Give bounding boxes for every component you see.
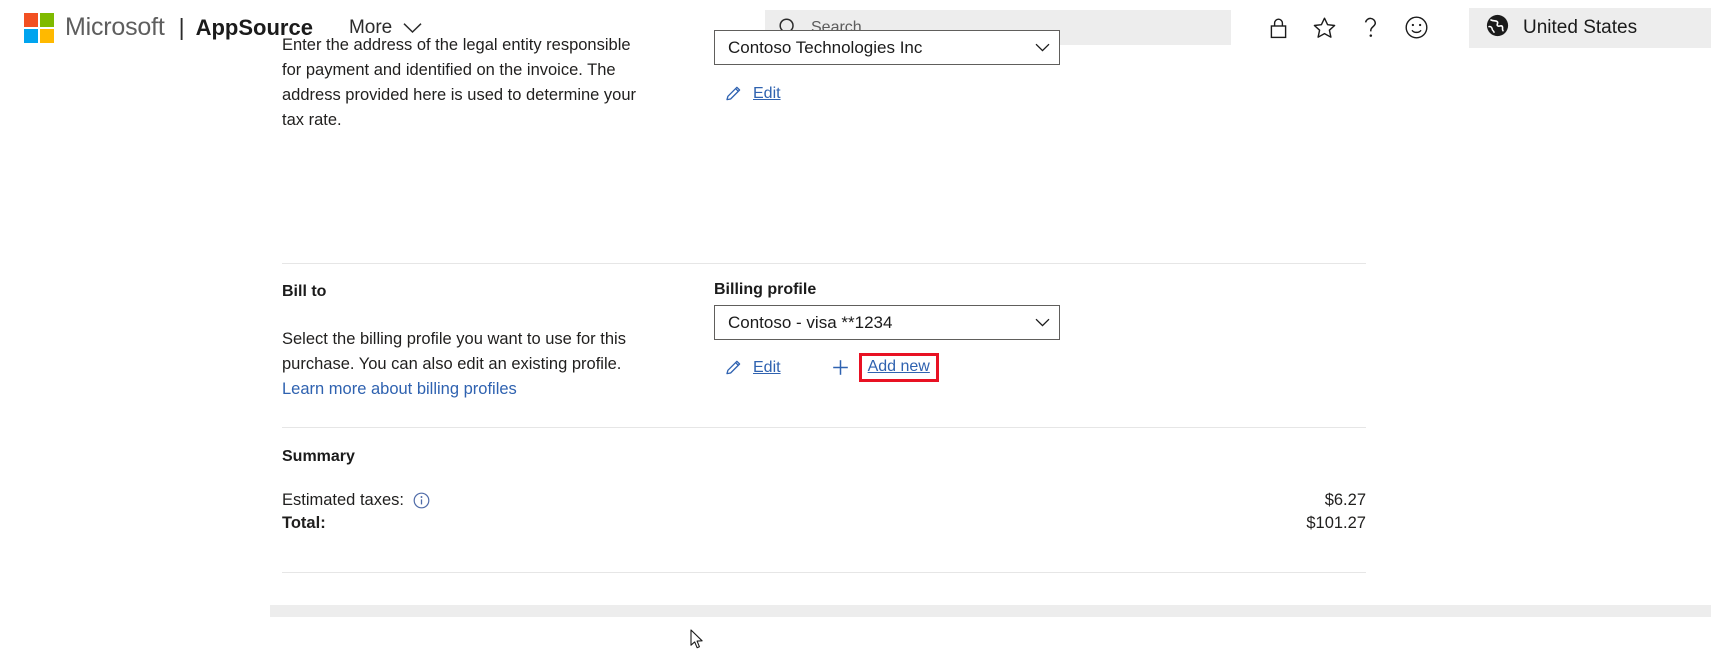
bill-to-description-text: Select the billing profile you want to u… bbox=[282, 330, 626, 373]
pencil-icon bbox=[724, 84, 743, 103]
add-new-highlight-box: Add new bbox=[858, 353, 939, 382]
region-label: United States bbox=[1523, 17, 1638, 38]
billing-profile-label: Billing profile bbox=[714, 281, 817, 298]
globe-icon bbox=[1485, 13, 1510, 43]
mouse-pointer-icon bbox=[690, 629, 705, 655]
microsoft-home-link[interactable]: Microsoft bbox=[24, 12, 165, 43]
chevron-down-icon bbox=[1025, 43, 1059, 52]
divider-above-summary bbox=[282, 427, 1366, 428]
estimated-taxes-label: Estimated taxes: bbox=[282, 491, 404, 509]
estimated-taxes-label-group: Estimated taxes: bbox=[282, 491, 430, 510]
summary-heading: Summary bbox=[282, 448, 355, 465]
billing-profiles-learn-more-link[interactable]: Learn more about billing profiles bbox=[282, 380, 517, 398]
microsoft-logo-icon bbox=[24, 12, 54, 43]
sell-to-address-value: Contoso Technologies Inc bbox=[728, 37, 923, 57]
microsoft-wordmark: Microsoft bbox=[65, 13, 165, 41]
billing-profile-add-new-label: Add new bbox=[867, 358, 930, 375]
bill-to-description: Select the billing profile you want to u… bbox=[282, 327, 657, 402]
bill-to-actions: Edit Add new bbox=[722, 350, 941, 385]
chevron-down-icon bbox=[1025, 318, 1059, 327]
page-footer-strip bbox=[270, 605, 1711, 617]
sell-to-description: Enter the address of the legal entity re… bbox=[282, 36, 637, 129]
region-selector-button[interactable]: United States bbox=[1469, 8, 1711, 48]
sell-to-actions: Edit bbox=[722, 81, 783, 106]
summary-row-estimated-taxes: Estimated taxes: $6.27 bbox=[282, 491, 1366, 510]
sell-to-edit-button[interactable]: Edit bbox=[722, 81, 783, 106]
feedback-smiley-icon[interactable] bbox=[1393, 0, 1439, 55]
estimated-taxes-amount: $6.27 bbox=[1324, 491, 1366, 509]
info-circle-icon[interactable] bbox=[413, 492, 430, 509]
sell-to-section: Enter the address of the legal entity re… bbox=[282, 30, 1366, 163]
summary-row-total: Total: $101.27 bbox=[282, 514, 1366, 533]
divider-above-bill-to bbox=[282, 263, 1366, 264]
sell-to-edit-label: Edit bbox=[753, 84, 781, 102]
checkout-page: Enter the address of the legal entity re… bbox=[0, 30, 1711, 672]
divider-below-summary bbox=[282, 572, 1366, 573]
pencil-icon bbox=[724, 358, 743, 377]
billing-profile-value: Contoso - visa **1234 bbox=[728, 312, 893, 332]
billing-profile-combo[interactable]: Contoso - visa **1234 bbox=[714, 305, 1060, 340]
header-separator: | bbox=[178, 14, 185, 40]
sell-to-address-combo[interactable]: Contoso Technologies Inc bbox=[714, 30, 1060, 65]
total-amount: $101.27 bbox=[1306, 514, 1366, 532]
bill-to-heading: Bill to bbox=[282, 283, 327, 300]
chevron-down-icon bbox=[403, 22, 422, 34]
billing-profile-add-new-button[interactable]: Add new bbox=[829, 350, 941, 385]
plus-icon bbox=[831, 358, 850, 377]
bill-to-section: Bill to Select the billing profile you w… bbox=[282, 281, 1366, 463]
billing-profile-edit-button[interactable]: Edit bbox=[722, 355, 783, 380]
total-label: Total: bbox=[282, 514, 326, 532]
billing-profile-edit-label: Edit bbox=[753, 358, 781, 376]
